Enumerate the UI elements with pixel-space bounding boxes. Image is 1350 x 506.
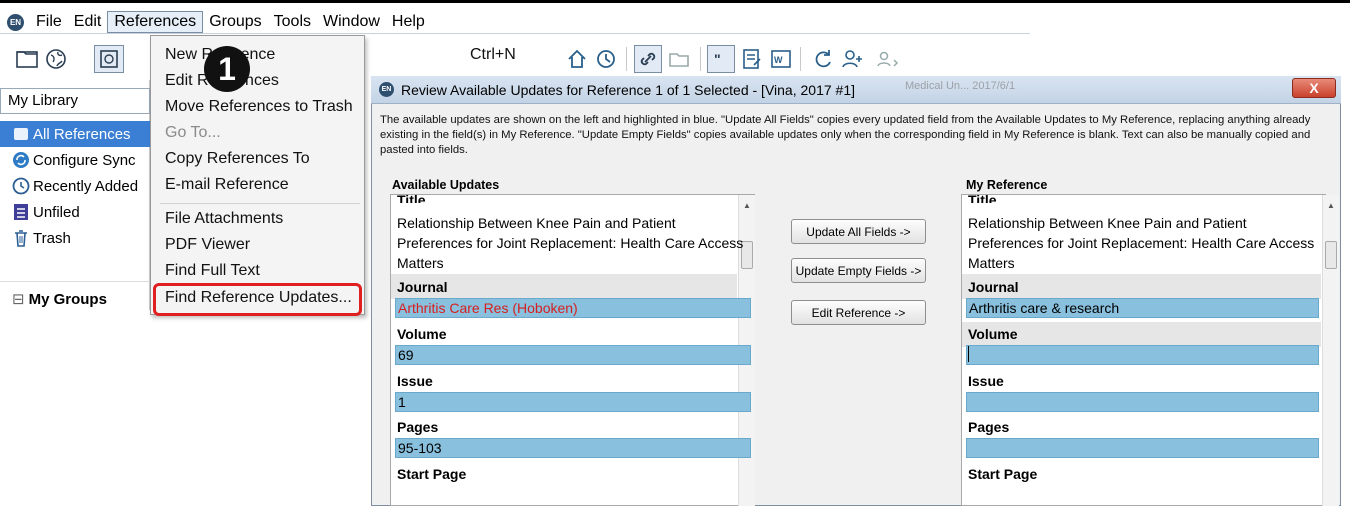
field-label: Journal: [397, 279, 448, 295]
available-updates-heading: Available Updates: [392, 178, 500, 192]
clock-icon: [12, 177, 30, 195]
menubar: EN File Edit References Groups Tools Win…: [0, 11, 1030, 34]
available-title-line: Relationship Between Knee Pain and Patie…: [397, 215, 676, 231]
menu-separator: [160, 203, 360, 204]
available-journal-field[interactable]: Arthritis Care Res (Hoboken): [395, 298, 751, 318]
my-title-line: Relationship Between Knee Pain and Patie…: [968, 215, 1247, 231]
toolbar-separator: [700, 47, 701, 71]
my-reference-heading: My Reference: [966, 178, 1048, 192]
field-label: Volume: [968, 326, 1018, 342]
available-title-line: Matters: [397, 255, 444, 271]
sync-cycle-icon[interactable]: [809, 45, 837, 73]
add-user-icon[interactable]: [838, 45, 866, 73]
menu-references[interactable]: References: [107, 11, 204, 33]
menu-edit[interactable]: Edit: [68, 11, 108, 33]
open-folder-icon[interactable]: [665, 45, 693, 73]
field-label: Volume: [397, 326, 447, 342]
field-label: Title: [397, 193, 426, 203]
dialog-title: Review Available Updates for Reference 1…: [401, 81, 855, 98]
attach-link-icon[interactable]: [634, 45, 662, 73]
sidebar-item-all-references[interactable]: All References: [0, 121, 150, 147]
app-logo-icon: EN: [379, 82, 394, 97]
sidebar-item-unfiled[interactable]: Unfiled: [0, 199, 150, 225]
text-cursor: [968, 346, 969, 362]
my-issue-field[interactable]: [966, 392, 1319, 412]
field-label: Title: [968, 193, 997, 203]
sidebar-item-trash[interactable]: Trash: [0, 225, 150, 251]
available-issue-field[interactable]: 1: [395, 392, 751, 412]
highlight-box: [153, 283, 362, 316]
menu-item-find-full-text[interactable]: Find Full Text: [165, 262, 260, 280]
menu-file[interactable]: File: [30, 11, 68, 33]
trash-icon: [12, 229, 30, 247]
svg-text:W: W: [774, 55, 783, 65]
library-select[interactable]: My Library: [0, 88, 150, 114]
collapse-icon[interactable]: ⊟: [12, 290, 25, 308]
close-button[interactable]: X: [1292, 78, 1336, 98]
sidebar-item-configure-sync[interactable]: Configure Sync: [0, 147, 150, 173]
my-pages-field[interactable]: [966, 438, 1319, 458]
references-icon: [12, 125, 30, 143]
local-library-icon[interactable]: [94, 45, 124, 73]
field-label: Start Page: [397, 466, 467, 482]
app-logo-icon: EN: [7, 13, 24, 31]
field-label: Pages: [968, 419, 1010, 435]
sidebar-item-label: My Groups: [28, 290, 107, 308]
sidebar-item-label: Configure Sync: [33, 151, 136, 169]
menu-item-copy-references-to[interactable]: Copy References To: [165, 150, 310, 168]
unfiled-icon: [12, 203, 30, 221]
svg-text:": ": [714, 51, 721, 67]
toolbar-separator: [800, 47, 801, 71]
globe-icon[interactable]: [42, 45, 70, 73]
field-label: Start Page: [968, 466, 1038, 482]
sidebar-item-label: Recently Added: [33, 177, 139, 195]
background-text: Medical Un... 2017/6/1: [905, 80, 1016, 92]
sidebar-item-label: Trash: [33, 229, 71, 247]
menu-item-go-to: Go To...: [165, 124, 221, 141]
my-journal-field[interactable]: Arthritis care & research: [966, 298, 1319, 318]
menu-tools[interactable]: Tools: [268, 11, 317, 33]
my-reference-scrollbar[interactable]: ▲: [1322, 195, 1339, 506]
available-title-line: Preferences for Joint Replacement: Healt…: [397, 235, 744, 251]
toolbar-separator: [626, 47, 627, 71]
sidebar-item-label: Unfiled: [33, 203, 80, 221]
field-label: Journal: [968, 279, 1019, 295]
dialog-description: The available updates are shown on the l…: [380, 114, 1311, 156]
my-title-line: Preferences for Joint Replacement: Healt…: [968, 235, 1315, 251]
update-empty-fields-button[interactable]: Update Empty Fields ->: [791, 258, 926, 283]
menu-help[interactable]: Help: [386, 11, 431, 33]
share-group-icon[interactable]: [866, 45, 908, 73]
update-all-fields-button[interactable]: Update All Fields ->: [791, 219, 926, 244]
menu-item-pdf-viewer[interactable]: PDF Viewer: [165, 236, 250, 254]
available-pages-field[interactable]: 95-103: [395, 438, 751, 458]
field-label: Pages: [397, 419, 439, 435]
field-label: Issue: [397, 373, 433, 389]
sidebar-item-label: All References: [33, 125, 131, 143]
word-icon[interactable]: W: [767, 45, 795, 73]
menu-item-email-reference[interactable]: E-mail Reference: [165, 176, 289, 194]
available-volume-field[interactable]: 69: [395, 345, 751, 365]
sidebar-item-my-groups[interactable]: ⊟ My Groups: [0, 286, 150, 312]
menu-groups[interactable]: Groups: [203, 11, 267, 33]
home-up-icon[interactable]: [563, 45, 591, 73]
menu-item-file-attachments[interactable]: File Attachments: [165, 210, 283, 228]
folder-icon[interactable]: [13, 45, 41, 73]
shortcut-label: Ctrl+N: [470, 46, 516, 63]
quote-icon[interactable]: ": [707, 45, 735, 73]
field-label: Issue: [968, 373, 1004, 389]
my-volume-field[interactable]: [966, 345, 1319, 365]
step-badge: 1: [204, 46, 250, 92]
my-title-line: Matters: [968, 255, 1015, 271]
divider: [0, 281, 150, 282]
edit-doc-icon[interactable]: [738, 45, 766, 73]
edit-reference-button[interactable]: Edit Reference ->: [791, 300, 926, 325]
menu-window[interactable]: Window: [317, 11, 386, 33]
top-border: [0, 0, 1350, 3]
find-fulltext-icon[interactable]: [592, 45, 620, 73]
menu-item-move-to-trash[interactable]: Move References to Trash: [165, 98, 353, 116]
sidebar-item-recently-added[interactable]: Recently Added: [0, 173, 150, 199]
sync-icon: [12, 151, 30, 169]
